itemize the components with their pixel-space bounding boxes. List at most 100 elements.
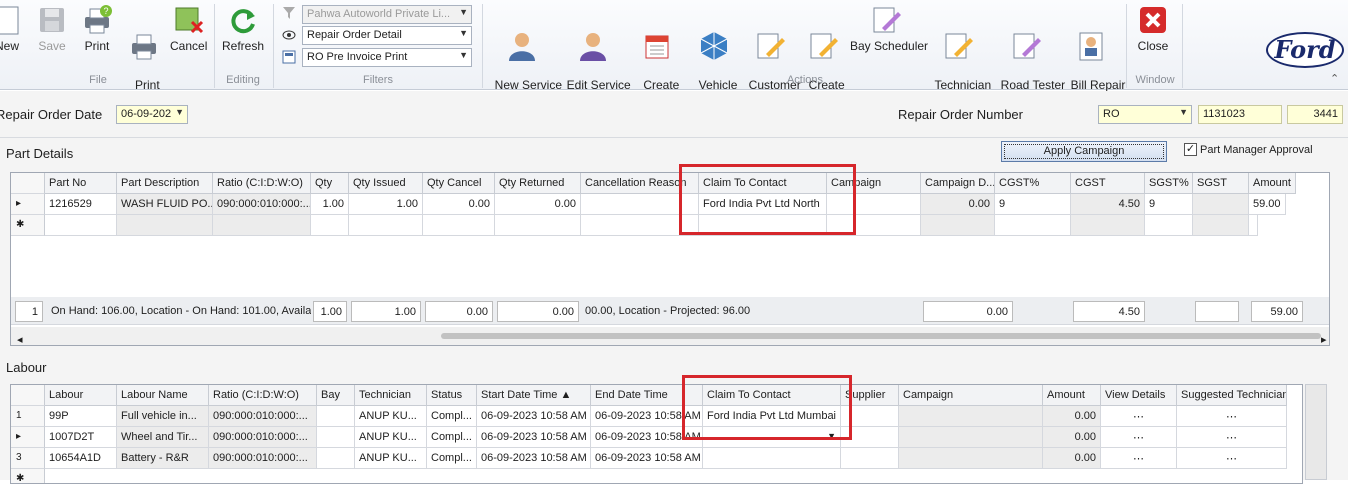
labour-cell[interactable]: ANUP KU... — [355, 427, 427, 448]
labour-cell[interactable]: 0.00 — [1043, 427, 1101, 448]
labour-cell[interactable] — [317, 448, 355, 469]
customer-360-view-button[interactable]: Customer 360 View — [742, 4, 801, 105]
cancel-button[interactable]: Cancel — [170, 4, 207, 53]
parts-cell[interactable]: 1.00 — [349, 194, 423, 215]
print-mode-select[interactable]: RO Pre Invoice Print ▼ — [302, 48, 472, 67]
road-tester-scheduler-button[interactable]: Road Tester Scheduler — [994, 4, 1065, 105]
parts-col-header[interactable]: SGST — [1193, 173, 1249, 194]
parts-new-row-cell[interactable] — [1249, 215, 1258, 236]
ro-prefix-select[interactable]: RO ▼ — [1098, 105, 1192, 124]
technician-scheduler-button[interactable]: Technician Scheduler — [928, 4, 991, 105]
parts-cell[interactable]: 0.00 — [921, 194, 995, 215]
labour-cell[interactable]: 06-09-2023 10:58 AM — [591, 448, 703, 469]
labour-col-header[interactable]: Campaign — [899, 385, 1043, 406]
scroll-left-icon[interactable]: ◂ — [13, 329, 25, 345]
labour-cell[interactable]: Compl... — [427, 406, 477, 427]
print-direct-button[interactable]: Print Direct — [124, 4, 164, 105]
close-button[interactable]: Close — [1134, 4, 1172, 53]
parts-col-header[interactable]: CGST% — [995, 173, 1071, 194]
refresh-button[interactable]: Refresh — [222, 4, 264, 53]
labour-cell[interactable]: ⋯ — [1101, 427, 1177, 448]
report-select[interactable]: Repair Order Detail ▼ — [302, 26, 472, 45]
ro-number-suffix-field[interactable]: 3441 — [1287, 105, 1343, 124]
labour-cell[interactable]: 06-09-2023 10:58 AM — [477, 448, 591, 469]
row-indicator[interactable]: 3 — [11, 448, 45, 469]
parts-grid[interactable]: Part No Part Description Ratio (C:I:D:W:O)… — [10, 172, 1330, 346]
row-indicator[interactable]: 1 — [11, 406, 45, 427]
row-indicator[interactable]: ▸ — [11, 194, 45, 215]
parts-cell[interactable]: 1216529 — [45, 194, 117, 215]
parts-new-row-cell[interactable] — [213, 215, 311, 236]
labour-cell[interactable]: Compl... — [427, 448, 477, 469]
labour-col-header[interactable]: Technician — [355, 385, 427, 406]
labour-col-header[interactable]: Bay — [317, 385, 355, 406]
parts-new-row-cell[interactable] — [1071, 215, 1145, 236]
parts-new-row-cell[interactable] — [1145, 215, 1193, 236]
labour-cell[interactable] — [899, 406, 1043, 427]
labour-cell[interactable] — [317, 427, 355, 448]
labour-cell[interactable]: Full vehicle in... — [117, 406, 209, 427]
create-part-issue-button[interactable]: Create Part Issue — [630, 4, 686, 105]
labour-cell[interactable]: 1007D2T — [45, 427, 117, 448]
new-row-indicator[interactable]: ✱ — [11, 469, 45, 483]
labour-cell[interactable]: 06-09-2023 10:58 AM — [477, 427, 591, 448]
edit-service-customer-button[interactable]: Edit Service Customer — [560, 4, 631, 105]
bill-repair-order-button[interactable]: Bill Repair Order — [1064, 4, 1125, 105]
labour-col-header[interactable]: Status — [427, 385, 477, 406]
parts-col-header[interactable]: Ratio (C:I:D:W:O) — [213, 173, 311, 194]
bay-scheduler-button[interactable]: Bay Scheduler — [850, 4, 928, 53]
parts-col-header[interactable]: Qty Cancel — [423, 173, 495, 194]
labour-cell[interactable]: 0.00 — [1043, 448, 1101, 469]
parts-col-header[interactable]: Campaign D... — [921, 173, 995, 194]
parts-cell[interactable]: 0.00 — [423, 194, 495, 215]
new-row-indicator[interactable]: ✱ — [11, 215, 45, 236]
vehicle-history-button[interactable]: Vehicle History — [692, 4, 737, 105]
ro-number-field[interactable]: 1131023 — [1198, 105, 1282, 124]
parts-cell[interactable]: 9 — [995, 194, 1071, 215]
parts-col-header[interactable]: Qty — [311, 173, 349, 194]
apply-campaign-button[interactable]: Apply Campaign — [1001, 141, 1167, 162]
parts-cell[interactable]: 59.00 — [1249, 194, 1286, 215]
labour-cell[interactable]: 090:000:010:000:... — [209, 427, 317, 448]
parts-cell[interactable]: 1.00 — [311, 194, 349, 215]
labour-cell[interactable]: ANUP KU... — [355, 406, 427, 427]
parts-col-header[interactable]: Qty Returned — [495, 173, 581, 194]
parts-cell[interactable]: 4.50 — [1071, 194, 1145, 215]
labour-cell[interactable]: ⋯ — [1177, 406, 1287, 427]
new-service-customer-button[interactable]: New Service Customer — [488, 4, 562, 105]
labour-cell[interactable]: 0.00 — [1043, 406, 1101, 427]
parts-new-row-cell[interactable] — [921, 215, 995, 236]
parts-col-header[interactable]: Qty Issued — [349, 173, 423, 194]
labour-cell[interactable] — [899, 448, 1043, 469]
create-sublet-button[interactable]: Create Sublet — [802, 4, 845, 105]
scroll-right-icon[interactable]: ▸ — [1317, 329, 1329, 345]
parts-cell[interactable]: 9 — [1145, 194, 1193, 215]
labour-col-header[interactable]: Labour Name — [117, 385, 209, 406]
labour-vertical-scrollbar[interactable] — [1305, 384, 1327, 480]
dealer-select[interactable]: Pahwa Autoworld Private Li... ▼ — [302, 5, 472, 24]
parts-col-header[interactable]: SGST% — [1145, 173, 1193, 194]
labour-cell[interactable]: ⋯ — [1177, 427, 1287, 448]
parts-col-header[interactable]: Amount — [1249, 173, 1296, 194]
labour-cell[interactable]: ⋯ — [1101, 448, 1177, 469]
parts-new-row-cell[interactable] — [349, 215, 423, 236]
labour-cell[interactable]: 090:000:010:000:... — [209, 448, 317, 469]
part-manager-approval-checkbox[interactable]: ✓ — [1184, 143, 1197, 156]
labour-cell[interactable]: Wheel and Tir... — [117, 427, 209, 448]
labour-cell[interactable] — [899, 427, 1043, 448]
labour-cell[interactable]: Battery - R&R — [117, 448, 209, 469]
labour-col-header[interactable]: Ratio (C:I:D:W:O) — [209, 385, 317, 406]
collapse-ribbon-icon[interactable]: ⌃ — [1330, 72, 1339, 85]
labour-cell[interactable]: 090:000:010:000:... — [209, 406, 317, 427]
parts-cell[interactable]: 0.00 — [495, 194, 581, 215]
labour-cell[interactable] — [703, 448, 841, 469]
labour-col-header[interactable]: Labour — [45, 385, 117, 406]
labour-col-header[interactable]: Amount — [1043, 385, 1101, 406]
labour-cell[interactable]: Compl... — [427, 427, 477, 448]
scrollbar-thumb[interactable] — [441, 333, 1321, 339]
parts-new-row-cell[interactable] — [423, 215, 495, 236]
labour-col-header[interactable]: View Details — [1101, 385, 1177, 406]
parts-new-row-cell[interactable] — [311, 215, 349, 236]
labour-cell[interactable]: 06-09-2023 10:58 AM — [477, 406, 591, 427]
parts-new-row-cell[interactable] — [45, 215, 117, 236]
